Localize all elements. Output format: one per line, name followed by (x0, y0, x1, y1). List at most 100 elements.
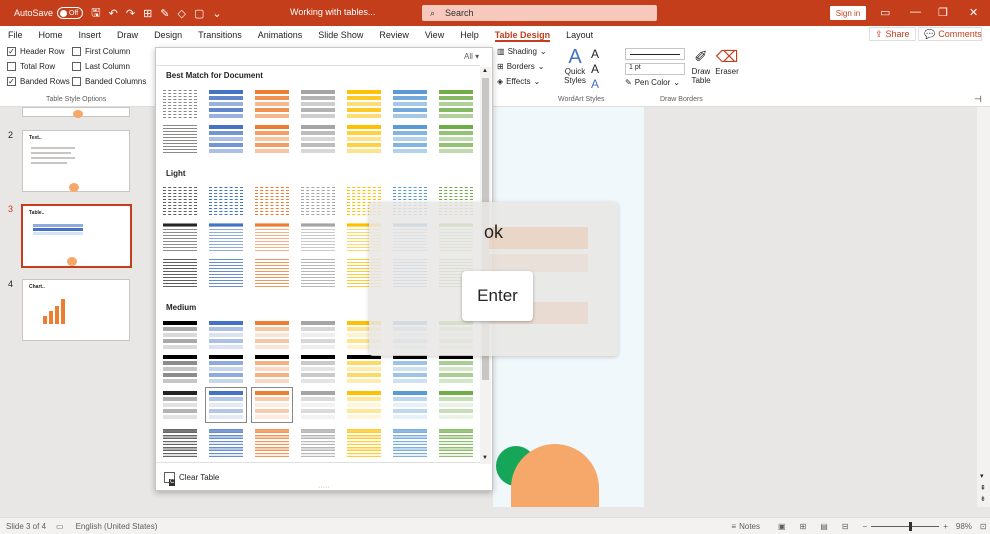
table-style-option[interactable] (346, 428, 382, 458)
pen-color-button[interactable]: ✎ Pen Color ⌄ (625, 78, 680, 87)
search-box[interactable]: ⌕ Search (422, 5, 657, 21)
table-style-option[interactable] (254, 186, 290, 216)
tab-animations[interactable]: Animations (250, 26, 311, 43)
redo-icon[interactable]: ↷ (126, 7, 135, 20)
document-title[interactable]: Working with tables... (290, 7, 375, 17)
table-style-option[interactable] (162, 258, 198, 288)
ribbon-display-icon[interactable]: ▭ (880, 6, 890, 19)
slide-thumbnail-3[interactable]: Table.. (21, 204, 132, 268)
tab-layout[interactable]: Layout (558, 26, 601, 43)
table-style-option[interactable] (208, 222, 244, 252)
table-style-option[interactable] (300, 186, 336, 216)
tab-transitions[interactable]: Transitions (190, 26, 250, 43)
pin-ribbon-icon[interactable]: ⊣ (974, 94, 982, 105)
table-style-option[interactable] (392, 390, 428, 420)
table-style-option[interactable] (208, 354, 244, 384)
clear-table-button[interactable]: C Clear Table (164, 472, 219, 486)
table-style-option[interactable] (438, 390, 474, 420)
table-style-option[interactable] (346, 390, 382, 420)
pen-style-dropdown[interactable] (625, 48, 685, 60)
text-outline-icon[interactable]: A (591, 62, 599, 76)
table-style-option[interactable] (162, 390, 198, 420)
table-style-option[interactable] (254, 124, 290, 154)
normal-view-icon[interactable]: ▣ (778, 522, 786, 531)
tab-draw[interactable]: Draw (109, 26, 146, 43)
tab-insert[interactable]: Insert (71, 26, 110, 43)
table-style-option[interactable] (300, 390, 336, 420)
autosave-toggle[interactable]: Off (57, 7, 84, 19)
table-style-option[interactable] (254, 258, 290, 288)
table-style-option[interactable] (346, 89, 382, 119)
previous-slide-icon[interactable]: ⇞ (980, 484, 986, 492)
table-style-option[interactable] (438, 428, 474, 458)
reading-view-icon[interactable]: ▤ (820, 522, 828, 531)
table-style-option[interactable] (254, 354, 290, 384)
table-style-option[interactable] (208, 428, 244, 458)
scroll-down-icon[interactable]: ▾ (980, 472, 984, 480)
table-style-option[interactable] (205, 387, 247, 423)
tab-slide-show[interactable]: Slide Show (310, 26, 371, 43)
restore-button[interactable]: ❐ (938, 6, 948, 19)
borders-button[interactable]: ⊞ Borders ⌄ (497, 62, 544, 71)
table-style-option[interactable] (438, 124, 474, 154)
table-style-option[interactable] (162, 89, 198, 119)
header-row-checkbox[interactable]: ✓ Header Row (7, 47, 64, 56)
table-style-option[interactable] (208, 124, 244, 154)
fit-slide-icon[interactable]: ⊡ (980, 522, 987, 531)
tab-file[interactable]: File (0, 26, 31, 43)
text-effects-icon[interactable]: A (591, 77, 599, 91)
tab-design[interactable]: Design (146, 26, 190, 43)
table-style-option[interactable] (300, 354, 336, 384)
zoom-slider-thumb[interactable] (909, 521, 913, 531)
tab-view[interactable]: View (417, 26, 452, 43)
draw-table-button[interactable]: ✐ Draw Table (689, 47, 713, 85)
zoom-level[interactable]: 98% (956, 522, 972, 531)
pen-weight-dropdown[interactable]: 1 pt (625, 63, 685, 75)
tab-help[interactable]: Help (452, 26, 487, 43)
save-icon[interactable]: 🖫 (91, 4, 100, 23)
tab-home[interactable]: Home (31, 26, 71, 43)
banded-columns-checkbox[interactable]: Banded Columns (72, 77, 146, 86)
table-style-option[interactable] (254, 89, 290, 119)
table-style-option[interactable] (208, 89, 244, 119)
table-style-option[interactable] (162, 124, 198, 154)
table-style-option[interactable] (392, 354, 428, 384)
table-style-option[interactable] (162, 428, 198, 458)
share-button[interactable]: ⇪ Share (869, 27, 916, 41)
tab-table-design[interactable]: Table Design (487, 26, 558, 43)
table-style-option[interactable] (254, 428, 290, 458)
table-style-option[interactable] (162, 186, 198, 216)
effects-button[interactable]: ◈ Effects ⌄ (497, 77, 540, 86)
eraser-button[interactable]: ⌫ Eraser (715, 47, 739, 76)
accessibility-icon[interactable]: ▭ (56, 522, 64, 531)
table-style-option[interactable] (392, 124, 428, 154)
scroll-up-icon[interactable]: ▲ (482, 68, 488, 74)
shape-outline-icon[interactable]: ◇ (178, 7, 186, 20)
table-style-option[interactable] (438, 89, 474, 119)
resize-grip-icon[interactable]: ····· (318, 484, 330, 491)
scroll-down-icon[interactable]: ▼ (482, 455, 488, 461)
gallery-filter-dropdown[interactable]: All ▾ (464, 52, 479, 61)
table-style-option[interactable] (392, 428, 428, 458)
table-style-option[interactable] (300, 428, 336, 458)
notes-button[interactable]: ≡ Notes (731, 522, 760, 531)
zoom-slider[interactable] (871, 521, 940, 531)
total-row-checkbox[interactable]: Total Row (7, 62, 55, 71)
table-style-option[interactable] (300, 320, 336, 350)
language[interactable]: English (United States) (76, 522, 158, 531)
zoom-in-icon[interactable]: + (943, 522, 948, 531)
table-style-option[interactable] (300, 89, 336, 119)
table-style-option[interactable] (251, 387, 293, 423)
slide-thumbnail-2[interactable]: Text.. (22, 130, 130, 192)
minimize-button[interactable]: — (910, 6, 921, 18)
comments-button[interactable]: 💬 Comments (918, 27, 982, 41)
next-slide-icon[interactable]: ⇟ (980, 495, 986, 503)
table-style-option[interactable] (438, 354, 474, 384)
sign-in-button[interactable]: Sign in (830, 6, 866, 20)
table-style-option[interactable] (300, 258, 336, 288)
zoom-out-icon[interactable]: − (863, 522, 868, 531)
table-style-option[interactable] (208, 186, 244, 216)
close-button[interactable]: ✕ (969, 6, 978, 19)
pen-icon[interactable]: ✎ (160, 7, 169, 20)
shape-fill-icon[interactable]: ▢ (194, 7, 204, 20)
